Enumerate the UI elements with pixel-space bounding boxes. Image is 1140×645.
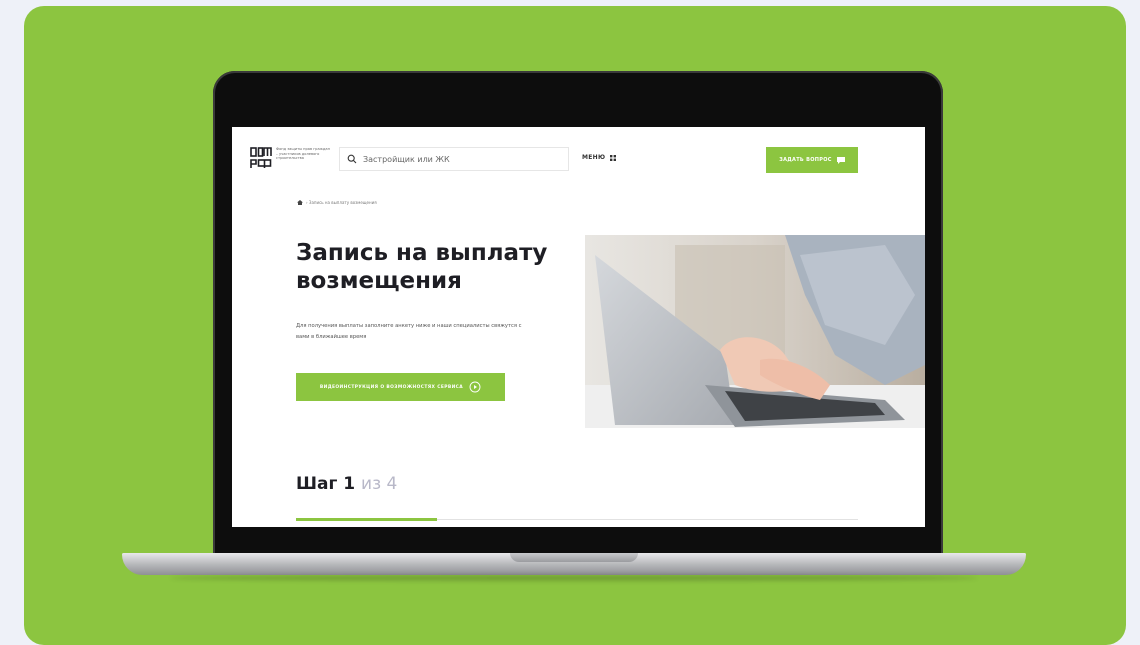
hero-photo-laptop-typing	[585, 235, 925, 428]
step-progress-fill	[296, 518, 437, 521]
ask-question-button[interactable]: ЗАДАТЬ ВОПРОС	[766, 147, 858, 173]
page-title: Запись на выплату возмещения	[296, 240, 548, 294]
ask-question-label: ЗАДАТЬ ВОПРОС	[779, 157, 832, 163]
dom-rf-logo[interactable]	[250, 146, 272, 170]
laptop-screen: Фонд защиты прав граждан – участников до…	[232, 127, 925, 527]
laptop-shadow	[170, 575, 978, 581]
menu-button[interactable]: МЕНЮ	[582, 154, 617, 161]
breadcrumb: › Запись на выплату возмещения	[297, 200, 377, 205]
breadcrumb-current: Запись на выплату возмещения	[308, 200, 377, 205]
menu-label: МЕНЮ	[582, 154, 606, 161]
step-indicator: Шаг 1 из 4	[296, 474, 397, 494]
video-instruction-button[interactable]: ВИДЕОИНСТРУКЦИЯ О ВОЗМОЖНОСТЯХ СЕРВИСА	[296, 373, 505, 401]
search-input[interactable]	[363, 154, 553, 164]
step-label: Шаг 1	[296, 474, 356, 494]
page-description: Для получения выплаты заполните анкету н…	[296, 323, 522, 340]
chat-icon	[836, 156, 845, 164]
home-icon[interactable]	[297, 200, 303, 205]
logo-tagline: Фонд защиты прав граждан – участников до…	[276, 147, 330, 161]
step-total-label: из 4	[361, 474, 398, 494]
laptop-notch	[510, 553, 638, 562]
search-icon	[347, 154, 357, 164]
menu-grid-icon	[610, 154, 617, 161]
play-icon	[469, 381, 481, 393]
search-box[interactable]	[339, 147, 569, 171]
video-instruction-label: ВИДЕОИНСТРУКЦИЯ О ВОЗМОЖНОСТЯХ СЕРВИСА	[319, 384, 464, 390]
